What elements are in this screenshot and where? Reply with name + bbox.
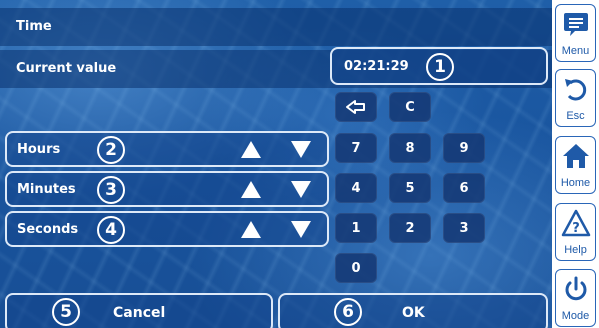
minutes-label: Minutes [17,181,76,197]
arrow-up-icon [241,140,261,158]
home-icon [562,144,589,168]
page-title: Time [16,19,52,34]
help-label: Help [564,244,587,256]
hours-label: Hours [17,141,61,157]
power-icon [565,276,586,301]
minutes-up-button[interactable] [233,173,269,205]
minutes-down-button[interactable] [283,173,319,205]
seconds-down-button[interactable] [283,213,319,245]
cancel-button[interactable]: Cancel [5,293,273,328]
ok-button[interactable]: OK [278,293,548,328]
key-4[interactable]: 4 [335,173,377,203]
svg-text:?: ? [572,221,580,236]
marker-1: 1 [426,53,454,81]
seconds-label: Seconds [17,221,79,237]
arrow-down-icon [291,220,311,238]
arrow-down-icon [291,180,311,198]
marker-3: 3 [97,176,125,204]
current-value-label: Current value [16,61,117,76]
esc-label: Esc [566,110,585,122]
mode-label: Mode [561,310,590,322]
key-7[interactable]: 7 [335,133,377,163]
current-value-display: 02:21:29 [344,58,409,74]
main-screen: Time Current value 02:21:29 1 Hours 2 Mi… [0,0,552,328]
seconds-field: Seconds [5,211,329,247]
arrow-up-icon [241,180,261,198]
minutes-field: Minutes [5,171,329,207]
cancel-label: Cancel [113,305,166,321]
key-8[interactable]: 8 [389,133,431,163]
marker-6: 6 [334,298,362,326]
backspace-button[interactable] [335,92,377,122]
menu-label: Menu [561,45,590,57]
marker-2: 2 [97,136,125,164]
ok-label: OK [402,305,425,321]
key-5[interactable]: 5 [389,173,431,203]
arrow-up-icon [241,220,261,238]
key-1[interactable]: 1 [335,213,377,243]
key-2[interactable]: 2 [389,213,431,243]
key-9[interactable]: 9 [443,133,485,163]
key-3[interactable]: 3 [443,213,485,243]
home-button[interactable]: Home [555,136,596,194]
key-0[interactable]: 0 [335,253,377,283]
hours-field: Hours [5,131,329,167]
esc-button[interactable]: Esc [555,69,596,127]
undo-icon [564,79,586,101]
arrow-down-icon [291,140,311,158]
hours-down-button[interactable] [283,133,319,165]
marker-4: 4 [97,216,125,244]
menu-button[interactable]: Menu [555,4,596,62]
sidebar: Menu Esc Home ? Help Mode [552,0,599,328]
home-label: Home [560,177,591,189]
title-bar: Time [0,8,552,46]
marker-5: 5 [52,298,80,326]
backspace-icon [346,100,365,114]
hours-up-button[interactable] [233,133,269,165]
menu-icon [563,13,588,36]
key-6[interactable]: 6 [443,173,485,203]
clear-button[interactable]: C [389,92,431,122]
seconds-up-button[interactable] [233,213,269,245]
help-button[interactable]: ? Help [555,203,596,261]
mode-button[interactable]: Mode [555,269,596,327]
help-icon: ? [561,209,590,237]
